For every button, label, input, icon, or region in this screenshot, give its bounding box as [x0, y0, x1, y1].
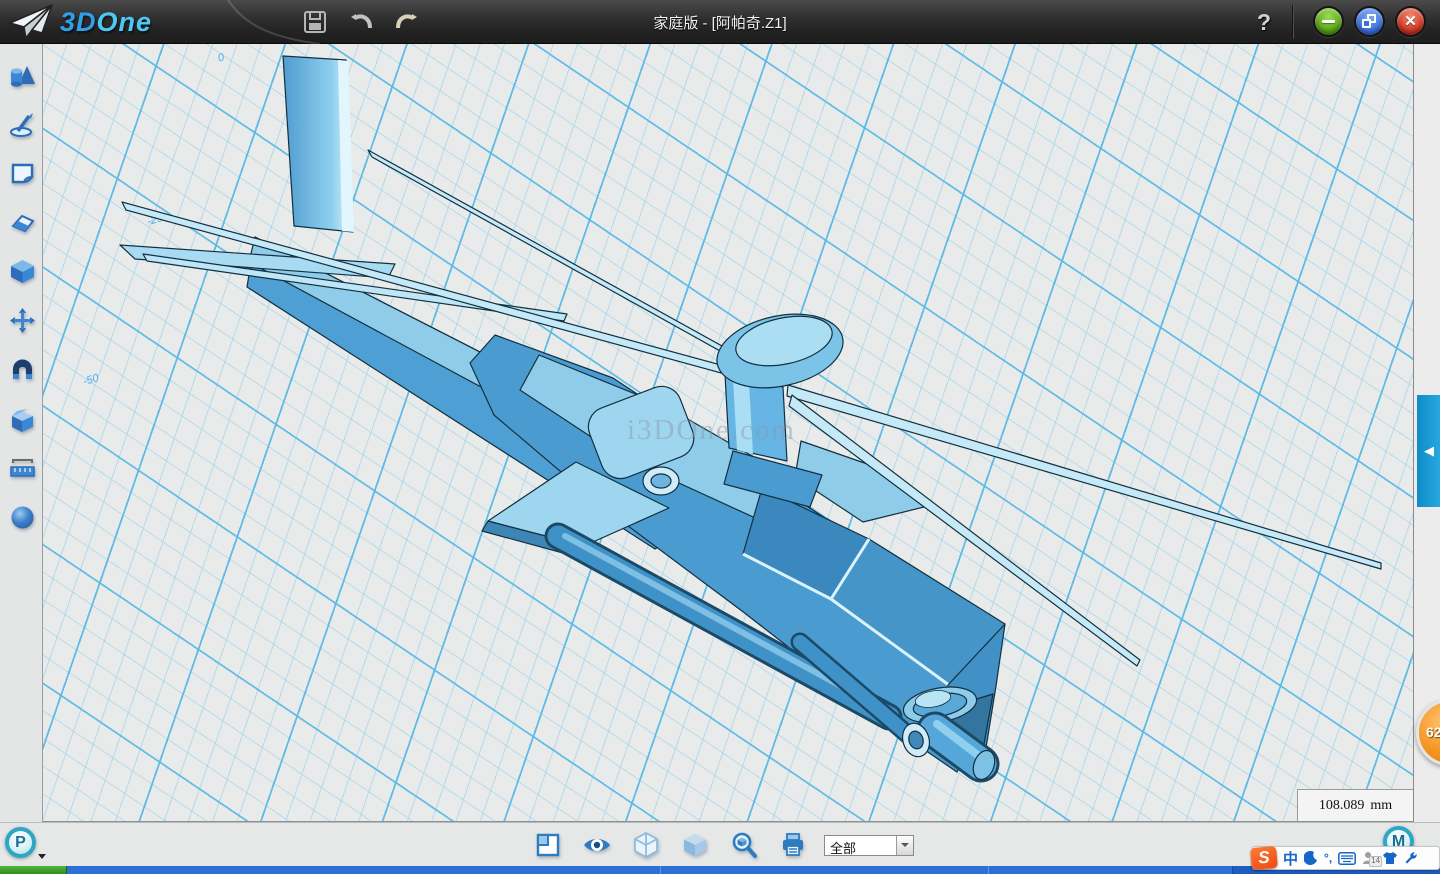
- magnet-assembly-button[interactable]: [4, 352, 40, 388]
- redo-icon: [394, 10, 420, 34]
- collapse-arrow-icon: ◀: [1424, 443, 1434, 459]
- window-title: 家庭版 - [阿帕奇.Z1]: [0, 0, 1440, 44]
- measurement-readout: 108.089 mm: [1297, 789, 1413, 821]
- restore-icon: [1362, 14, 1377, 29]
- view-plane-icon: [535, 832, 561, 858]
- sogou-logo-icon[interactable]: S: [1250, 846, 1278, 870]
- viewport-canvas[interactable]: 0 -25 -50: [43, 44, 1413, 822]
- trim-erase-icon: [9, 209, 36, 236]
- dropdown-arrow-button[interactable]: [896, 836, 913, 855]
- sogou-ime-bar: S 中 °, 14: [1252, 846, 1440, 870]
- move-transform-button[interactable]: [4, 302, 40, 338]
- print-button[interactable]: [775, 827, 811, 863]
- 3done-app-window: 3DOne 家庭: [0, 0, 1440, 874]
- sketch-plane-icon: [9, 160, 36, 187]
- skin-tshirt-icon[interactable]: [1382, 847, 1398, 869]
- titlebar-separator: [1293, 5, 1294, 39]
- close-button[interactable]: ✕: [1395, 6, 1426, 37]
- move-transform-icon: [9, 307, 36, 334]
- primitive-shapes-button[interactable]: [4, 57, 40, 93]
- shaded-display-button[interactable]: [677, 827, 713, 863]
- zoom-search-icon: [731, 832, 758, 859]
- brand-text: 3DOne: [60, 7, 152, 38]
- shaded-display-icon: [682, 832, 708, 858]
- combine-box-button[interactable]: [4, 402, 40, 438]
- measurement-unit: mm: [1370, 798, 1392, 814]
- help-button[interactable]: ?: [1248, 0, 1280, 44]
- display-filter-dropdown[interactable]: 全部: [824, 835, 914, 856]
- paper-plane-icon: [8, 3, 54, 41]
- measure-list-icon: [9, 455, 36, 482]
- solid-cube-icon: [9, 258, 36, 285]
- sketch-draw-button[interactable]: [4, 106, 40, 142]
- brand-one: One: [97, 7, 153, 37]
- person-badge-count: 14: [1369, 856, 1382, 867]
- visibility-eye-icon: [582, 834, 612, 856]
- brand-3d: 3D: [60, 7, 97, 37]
- zoom-search-button[interactable]: [726, 827, 762, 863]
- status-toolbar: P: [0, 822, 1440, 866]
- measurement-value: 108.089: [1319, 798, 1365, 814]
- minimize-button[interactable]: [1313, 6, 1344, 37]
- minimize-icon: [1322, 20, 1335, 23]
- view-tools: 全部: [530, 823, 914, 867]
- view-plane-button[interactable]: [530, 827, 566, 863]
- undo-icon: [348, 10, 374, 34]
- display-filter-value: 全部: [825, 836, 896, 855]
- quick-access-toolbar: [300, 0, 422, 44]
- badge-menu-caret-icon[interactable]: [38, 854, 46, 859]
- windows-taskbar[interactable]: [0, 866, 1440, 874]
- window-controls: ✕: [1313, 6, 1426, 37]
- measure-list-button[interactable]: [4, 450, 40, 486]
- titlebar: 3DOne 家庭: [0, 0, 1440, 44]
- close-icon: ✕: [1404, 14, 1417, 29]
- sketch-plane-button[interactable]: [4, 155, 40, 191]
- solid-cube-button[interactable]: [4, 253, 40, 289]
- save-icon: [303, 10, 327, 34]
- save-button[interactable]: [300, 7, 330, 37]
- chevron-down-icon: [901, 843, 909, 847]
- taskbar-start-button[interactable]: [0, 866, 67, 874]
- notification-count: 62: [1426, 724, 1440, 740]
- wireframe-display-icon: [633, 831, 659, 859]
- redo-button[interactable]: [392, 7, 422, 37]
- print-icon: [780, 832, 806, 858]
- restore-button[interactable]: [1354, 6, 1385, 37]
- combine-box-icon: [9, 407, 36, 434]
- taskbar-separator: [988, 866, 989, 874]
- left-corner-badge[interactable]: P: [5, 827, 36, 858]
- left-toolbar: [0, 44, 43, 822]
- app-logo: 3DOne: [8, 2, 152, 42]
- night-moon-icon[interactable]: [1304, 847, 1318, 869]
- magnet-assembly-icon: [9, 357, 36, 384]
- render-sphere-icon: [9, 504, 36, 531]
- visibility-eye-button[interactable]: [579, 827, 615, 863]
- wireframe-display-button[interactable]: [628, 827, 664, 863]
- account-person-icon[interactable]: 14: [1362, 847, 1376, 869]
- render-sphere-button[interactable]: [4, 499, 40, 535]
- undo-button[interactable]: [346, 7, 376, 37]
- primitive-shapes-icon: [9, 62, 36, 89]
- chinese-mode-toggle[interactable]: 中: [1283, 847, 1298, 869]
- sketch-draw-icon: [9, 111, 36, 138]
- trim-erase-button[interactable]: [4, 204, 40, 240]
- taskbar-separator: [660, 866, 661, 874]
- panel-collapse-tab[interactable]: ◀: [1417, 395, 1440, 507]
- punctuation-toggle[interactable]: °,: [1324, 847, 1332, 869]
- soft-keyboard-icon[interactable]: [1338, 847, 1356, 869]
- settings-wrench-icon[interactable]: [1404, 847, 1418, 869]
- helicopter-model[interactable]: [43, 44, 1413, 822]
